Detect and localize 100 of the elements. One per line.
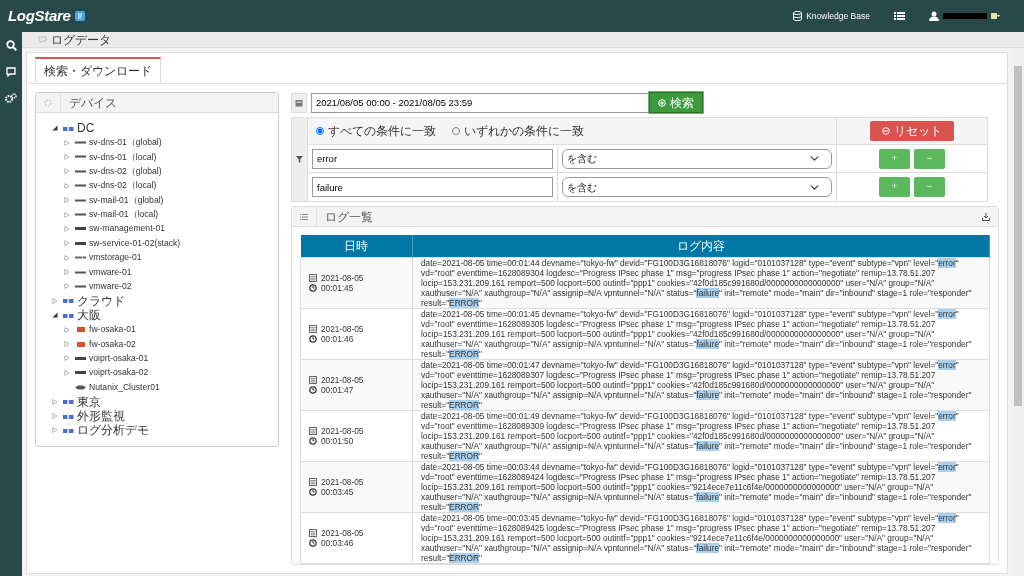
clock-icon xyxy=(309,487,317,496)
comment-icon[interactable] xyxy=(5,67,17,77)
folder-icon xyxy=(63,124,74,132)
calendar-icon xyxy=(309,273,317,282)
radio-button[interactable] xyxy=(316,127,324,135)
log-message: date=2021-08-05 time=00:01:49 devname="tokyo-fw" devid="FG100D3G16818076" logid="0101037128" type="event" subtype="vpn" level="error" vd="root" eventtime=1628089309 logdesc="Progress IPsec phase 1" msg="progress IPsec phase 1" action="negotiate" remip=13.78.51.207 locip=153.231.209.161 remport=500 locport=500 outintf="ppp1" cookies="42f0d185c991680d/0000000000000000" user="N/A" group="N/A" xauthuser="N/A" xauthgroup="N/A" assignip=N/A vpntunnel="N/A" status="failure" init="remote" mode="main" dir="inbound" stage=1 role="responder" result="ERROR" xyxy=(421,410,973,461)
calendar-icon xyxy=(309,477,317,486)
redaction-bar xyxy=(943,13,987,19)
expand-toggle-icon[interactable] xyxy=(64,240,70,247)
breadcrumb[interactable]: ログデータ xyxy=(51,30,111,49)
folder-icon xyxy=(63,311,74,319)
log-time: 00:01:47 xyxy=(321,384,354,395)
firewall-icon xyxy=(75,340,86,348)
caret-icon[interactable] xyxy=(991,12,1000,20)
calendar-icon xyxy=(309,426,317,435)
tree-item[interactable]: DC xyxy=(77,119,95,138)
tree-item[interactable]: Nutanix_Cluster01 xyxy=(89,380,160,394)
condition-field[interactable]: error xyxy=(312,148,553,169)
logo[interactable]: LogStare xyxy=(8,4,85,28)
comment-icon xyxy=(38,35,47,44)
calendar-icon xyxy=(295,98,303,107)
expand-toggle-icon[interactable] xyxy=(64,326,70,333)
log-time: 00:01:45 xyxy=(321,282,354,293)
clock-icon xyxy=(309,385,317,394)
tree-item[interactable]: sv-dns-01（local) xyxy=(89,150,157,164)
database-icon xyxy=(793,11,803,21)
download-icon[interactable] xyxy=(982,212,990,221)
knowledge-base-link[interactable]: Knowledge Base xyxy=(793,9,870,23)
tree-item[interactable]: fw-osaka-01 xyxy=(89,323,136,337)
search-icon[interactable] xyxy=(5,40,17,51)
expand-toggle-icon[interactable] xyxy=(64,283,70,290)
tree-item[interactable]: sv-mail-01（global) xyxy=(89,193,164,207)
radio-label[interactable]: いずれかの条件に一致 xyxy=(464,122,584,140)
log-message: date=2021-08-05 time=00:01:45 devname="tokyo-fw" devid="FG100D3G16818076" logid="0101037128" type="event" subtype="vpn" level="error" vd="root" eventtime=1628089305 logdesc="Progress IPsec phase 1" msg="progress IPsec phase 1" action="negotiate" remip=13.78.51.207 locip=153.231.209.161 remport=500 locport=500 outintf="ppp1" cookies="42f0d185c991680d/0000000000000000" user="N/A" group="N/A" xauthuser="N/A" xauthgroup="N/A" assignip=N/A vpntunnel="N/A" status="failure" init="remote" mode="main" dir="inbound" stage=1 role="responder" result="ERROR" xyxy=(421,308,973,359)
log-date: 2021-08-05 xyxy=(321,272,364,283)
expand-toggle-icon[interactable] xyxy=(64,211,70,218)
expand-toggle-icon[interactable] xyxy=(64,225,70,232)
radio-button[interactable] xyxy=(452,127,460,135)
expand-toggle-icon[interactable] xyxy=(64,269,70,276)
expand-toggle-icon[interactable] xyxy=(64,197,70,204)
expand-toggle-icon[interactable] xyxy=(52,413,58,419)
column-header: 日時 xyxy=(300,235,413,257)
collapse-toggle-icon[interactable] xyxy=(52,312,58,319)
expand-toggle-icon[interactable] xyxy=(52,297,58,304)
tree-item[interactable]: vmware-01 xyxy=(89,265,132,279)
list-icon[interactable] xyxy=(894,11,905,21)
log-time: 00:01:50 xyxy=(321,435,354,446)
expand-toggle-icon[interactable] xyxy=(64,139,70,146)
tree-item[interactable]: vmware-02 xyxy=(89,280,132,293)
panel-title: デバイス xyxy=(60,93,117,112)
expand-toggle-icon[interactable] xyxy=(52,398,58,405)
user-icon[interactable] xyxy=(929,11,939,21)
expand-toggle-icon[interactable] xyxy=(52,427,58,434)
folder-icon xyxy=(63,426,74,434)
expand-toggle-icon[interactable] xyxy=(64,254,70,261)
operator-select[interactable]: を含む xyxy=(562,148,832,169)
condition-field[interactable]: failure xyxy=(312,177,553,197)
reset-button[interactable]: リセット xyxy=(870,121,954,141)
expand-toggle-icon[interactable] xyxy=(64,168,70,175)
column-header: ログ内容 xyxy=(412,235,990,257)
tree-item[interactable]: voiprt-osaka-01 xyxy=(89,352,149,365)
tree-item[interactable]: sw-service-01-02(stack) xyxy=(89,236,181,250)
log-time: 00:01:46 xyxy=(321,333,354,344)
folder-icon xyxy=(63,297,74,305)
expand-toggle-icon[interactable] xyxy=(64,355,70,362)
tree-item[interactable]: sv-mail-01（local) xyxy=(89,208,159,221)
tree-item[interactable]: vmstorage-01 xyxy=(89,251,142,265)
log-date: 2021-08-05 xyxy=(321,527,364,538)
log-time: 00:03:45 xyxy=(321,486,354,497)
tree-item[interactable]: voiprt-osaka-02 xyxy=(89,366,149,380)
tree-item[interactable]: sw-management-01 xyxy=(89,222,165,236)
log-date: 2021-08-05 xyxy=(321,374,364,385)
tab[interactable]: 検索・ダウンロード xyxy=(35,57,161,83)
expand-toggle-icon[interactable] xyxy=(64,369,70,376)
operator-select[interactable]: を含む xyxy=(562,177,832,197)
calendar-icon xyxy=(309,324,317,333)
collapse-toggle-icon[interactable] xyxy=(52,125,58,132)
log-time: 00:03:46 xyxy=(321,537,354,548)
clock-icon xyxy=(309,436,317,445)
refresh-icon[interactable] xyxy=(44,98,52,107)
tree-item[interactable]: sv-dns-02（local) xyxy=(89,179,157,193)
clock-icon xyxy=(309,538,317,547)
tree-item[interactable]: sv-dns-01（global) xyxy=(89,136,162,150)
search-button[interactable]: 検索 xyxy=(649,92,703,113)
panel-title: ログ一覧 xyxy=(316,207,373,226)
minus-circle-icon xyxy=(882,127,890,135)
expand-toggle-icon[interactable] xyxy=(64,182,70,189)
tree-item[interactable]: fw-osaka-02 xyxy=(89,337,136,351)
date-range-field[interactable]: 2021/08/05 00:00 - 2021/08/05 23:59 xyxy=(311,92,649,113)
log-message: date=2021-08-05 time=00:03:45 devname="tokyo-fw" devid="FG100D3G16818076" logid="0101037128" type="event" subtype="vpn" level="error" vd="root" eventtime=1628089425 logdesc="Progress IPsec phase 1" msg="progress IPsec phase 1" action="negotiate" remip=13.78.51.207 locip=153.231.209.161 remport=500 locport=500 outintf="ppp1" cookies="9214ece7e11c6f4e/0000000000000000" user="N/A" group="N/A" xauthuser="N/A" xauthgroup="N/A" assignip=N/A vpntunnel="N/A" status="failure" init="remote" mode="main" dir="inbound" stage=1 role="responder" result="ERROR" xyxy=(421,512,973,563)
plus-circle-icon xyxy=(658,98,666,107)
list-icon xyxy=(300,212,308,221)
expand-toggle-icon[interactable] xyxy=(64,153,70,160)
expand-toggle-icon[interactable] xyxy=(64,341,70,348)
tree-item[interactable]: sv-dns-02（global) xyxy=(89,164,162,178)
clock-icon xyxy=(309,283,317,292)
log-date: 2021-08-05 xyxy=(321,476,364,487)
radio-label[interactable]: すべての条件に一致 xyxy=(328,122,436,140)
calendar-icon xyxy=(309,375,317,384)
filter-icon xyxy=(296,156,303,163)
